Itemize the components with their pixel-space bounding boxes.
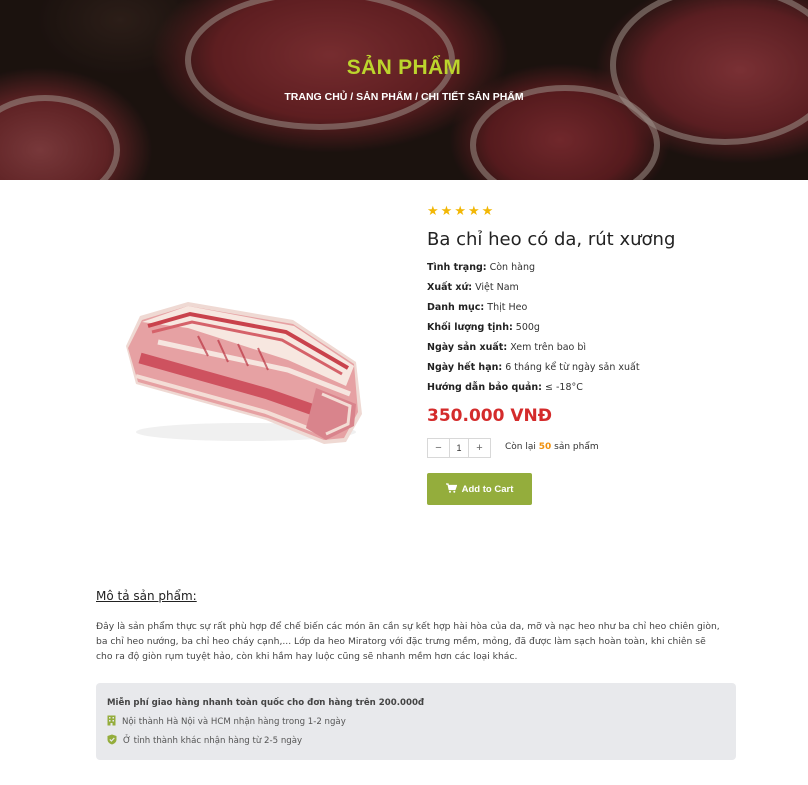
decrease-quantity-button[interactable]: − — [428, 439, 449, 457]
star-icon: ★ — [467, 203, 480, 218]
product-price: 350.000 VNĐ — [427, 406, 552, 426]
rating-stars: ★ ★ ★ ★ ★ — [427, 204, 493, 217]
increase-quantity-button[interactable]: + — [469, 439, 490, 457]
breadcrumb: TRANG CHỦ / SẢN PHẨM / CHI TIẾT SẢN PHẨM — [0, 91, 808, 103]
shipping-title: Miễn phí giao hàng nhanh toàn quốc cho đ… — [107, 698, 425, 708]
add-to-cart-button[interactable]: Add to Cart — [427, 473, 532, 505]
description-title: Mô tả sản phẩm: — [96, 589, 197, 603]
product-name: Ba chỉ heo có da, rút xương — [427, 229, 676, 250]
shipping-line: Ở tỉnh thành khác nhận hàng từ 2-5 ngày — [107, 734, 302, 748]
stock-count: 50 — [538, 442, 552, 452]
spec-manufacture-date: Ngày sản xuất: Xem trên bao bì — [427, 342, 587, 353]
star-icon: ★ — [454, 203, 466, 218]
spec-expiry-date: Ngày hết hạn: 6 tháng kể từ ngày sản xuấ… — [427, 362, 640, 373]
breadcrumb-products[interactable]: SẢN PHẨM — [356, 91, 412, 103]
add-to-cart-label: Add to Cart — [461, 483, 514, 495]
spec-weight: Khối lượng tịnh: 500g — [427, 322, 540, 333]
quantity-stepper: − 1 + — [427, 438, 491, 458]
description-text: Đây là sản phẩm thực sự rất phù hợp để c… — [96, 621, 720, 662]
star-icon: ★ — [427, 203, 439, 218]
shipping-line: Nội thành Hà Nội và HCM nhận hàng trong … — [107, 715, 346, 729]
star-icon: ★ — [440, 203, 453, 218]
shield-check-icon — [107, 734, 117, 748]
stock-info: Còn lại 50 sản phẩm — [505, 442, 599, 452]
breadcrumb-current: CHI TIẾT SẢN PHẨM — [420, 91, 524, 103]
page-title: SẢN PHẨM — [346, 56, 462, 79]
product-image — [118, 296, 370, 452]
spec-status: Tình trạng: Còn hàng — [427, 262, 535, 273]
hero-banner: SẢN PHẨM TRANG CHỦ / SẢN PHẨM / CHI TIẾT… — [0, 0, 808, 180]
star-icon: ★ — [481, 203, 494, 218]
breadcrumb-home[interactable]: TRANG CHỦ — [284, 91, 347, 103]
building-icon — [107, 715, 116, 729]
spec-origin: Xuất xứ: Việt Nam — [427, 282, 519, 293]
spec-category: Danh mục: Thịt Heo — [427, 302, 528, 313]
breadcrumb-separator: / — [412, 91, 421, 103]
cart-icon — [445, 482, 457, 496]
quantity-input[interactable]: 1 — [449, 439, 469, 457]
spec-storage: Hướng dẫn bảo quản: ≤ -18°C — [427, 382, 583, 393]
breadcrumb-separator: / — [347, 91, 357, 103]
shipping-info-box: Miễn phí giao hàng nhanh toàn quốc cho đ… — [96, 683, 736, 760]
